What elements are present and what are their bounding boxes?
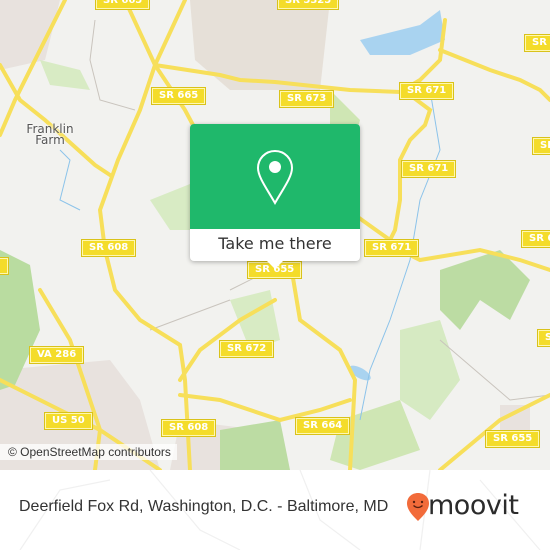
- park-area: [440, 250, 530, 330]
- road-label-left-edge: [0, 257, 9, 275]
- road-label-sr664: SR 664: [294, 417, 351, 435]
- map-view[interactable]: Franklin Farm SR 665 SR 5325 SR 665 SR 6…: [0, 0, 550, 470]
- location-address: Deerfield Fox Rd, Washington, D.C. - Bal…: [19, 498, 389, 515]
- road-label-sr5325: SR 5325: [276, 0, 340, 10]
- popup-pointer: [267, 261, 283, 269]
- road-label-sr-right-1: SR: [524, 34, 550, 52]
- road-label-sr671-c: SR 671: [363, 239, 420, 257]
- road-label-us50: US 50: [44, 412, 93, 430]
- road-label-sr671-b: SR 671: [400, 160, 457, 178]
- road-label-sr665-top: SR 665: [94, 0, 151, 10]
- map-pin-icon: [256, 149, 294, 206]
- urban-area: [0, 0, 60, 70]
- road-label-sr608-b: SR 608: [160, 419, 217, 437]
- park-area: [40, 60, 90, 90]
- take-me-there-button[interactable]: Take me there: [190, 229, 360, 261]
- lake: [360, 10, 445, 55]
- popup-header[interactable]: [190, 124, 360, 229]
- footer-bar: Deerfield Fox Rd, Washington, D.C. - Bal…: [0, 470, 550, 550]
- road-label-va286: VA 286: [28, 346, 85, 364]
- park-area: [330, 400, 420, 470]
- road-label-sr608-a: SR 608: [80, 239, 137, 257]
- destination-popup[interactable]: Take me there: [190, 124, 360, 269]
- place-label-franklin-farm: Franklin Farm: [26, 122, 74, 147]
- park-area: [400, 320, 460, 420]
- road-label-sr-right-4: S: [536, 329, 550, 347]
- road-label-sr671-a: SR 671: [398, 82, 455, 100]
- urban-area: [190, 0, 330, 90]
- road-label-sr-right-3: SR 6: [520, 230, 550, 248]
- brand-name: moovit: [428, 490, 519, 521]
- road-label-sr665: SR 665: [150, 87, 207, 105]
- road-label-sr-right-2: SR: [532, 137, 550, 155]
- road-label-sr673: SR 673: [278, 90, 335, 108]
- map-attribution[interactable]: © OpenStreetMap contributors: [0, 444, 177, 460]
- moovit-pin-icon: [407, 493, 429, 521]
- road-label-sr655-br: SR 655: [484, 430, 541, 448]
- road-label-sr672: SR 672: [218, 340, 275, 358]
